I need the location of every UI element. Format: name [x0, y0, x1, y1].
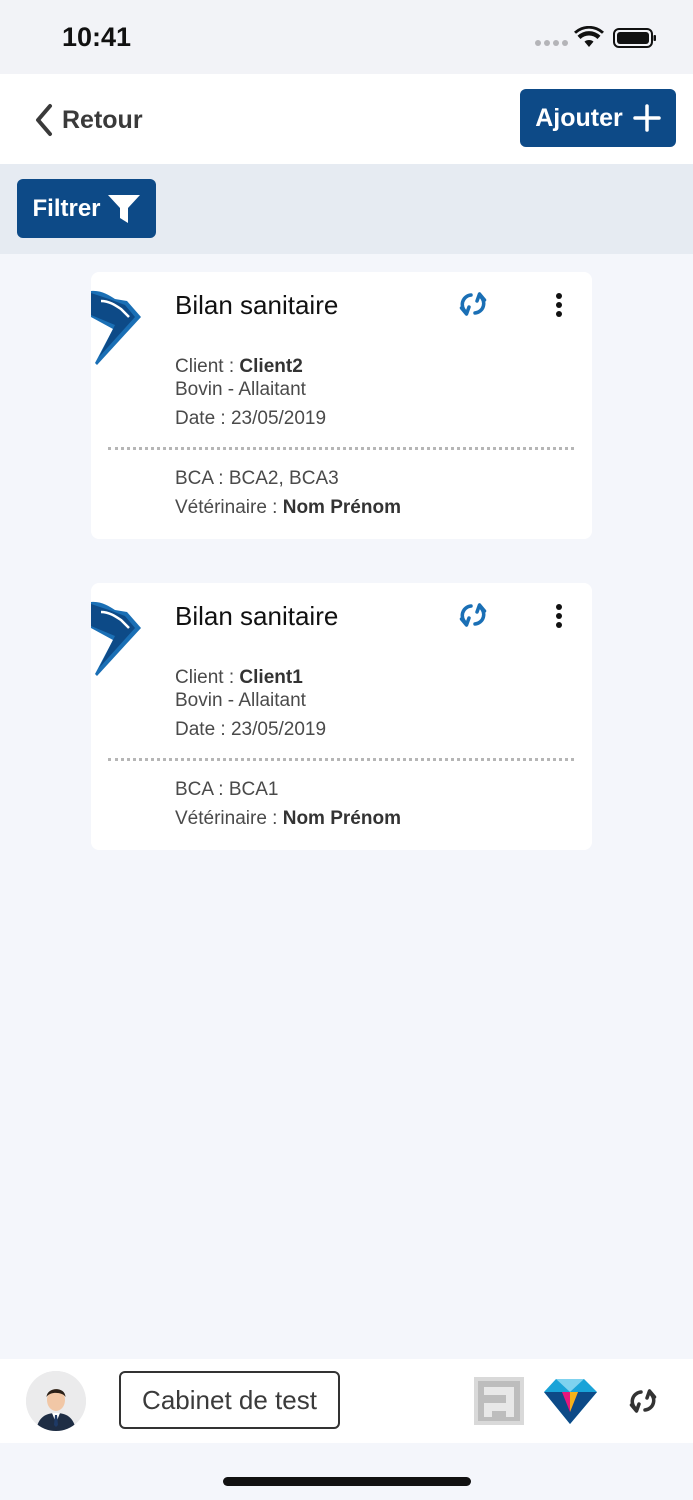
vet-value: Nom Prénom: [282, 497, 401, 518]
client-value: Client1: [239, 667, 303, 688]
date-text: Date : 23/05/2019: [175, 719, 327, 740]
vet-label: Vétérinaire :: [175, 808, 283, 829]
vertical-dots-icon[interactable]: [551, 292, 567, 318]
report-card[interactable]: Bilan sanitaire Client : Client2 Bovin -…: [91, 272, 592, 539]
app-logo-grey-icon: [474, 1377, 524, 1425]
add-button[interactable]: Ajouter: [520, 89, 676, 147]
cow-logo-icon: [91, 290, 141, 365]
bca-text: BCA : BCA2, BCA3: [175, 468, 339, 489]
back-button[interactable]: Retour: [34, 100, 143, 140]
add-label: Ajouter: [535, 103, 623, 132]
funnel-icon: [107, 194, 140, 223]
user-avatar-icon: [26, 1371, 86, 1431]
chevron-left-icon: [36, 104, 52, 136]
cabinet-selector[interactable]: Cabinet de test: [119, 1371, 340, 1429]
cow-logo-icon: [91, 601, 141, 676]
vet-label: Vétérinaire :: [175, 497, 283, 518]
vet-line: Vétérinaire : Nom Prénom: [175, 808, 401, 830]
app-logo-diamond-icon: [544, 1379, 597, 1424]
filter-button[interactable]: Filtrer: [17, 179, 156, 238]
wifi-icon: [574, 26, 604, 47]
client-line: Client : Client1: [175, 667, 303, 689]
back-label: Retour: [62, 105, 143, 134]
status-time: 10:41: [62, 22, 132, 52]
vet-value: Nom Prénom: [282, 808, 401, 829]
vertical-dots-icon[interactable]: [551, 603, 567, 629]
filter-bar: Filtrer: [0, 164, 693, 254]
sync-icon[interactable]: [458, 601, 488, 629]
filter-label: Filtrer: [32, 194, 101, 222]
sync-icon[interactable]: [628, 1387, 658, 1415]
client-label: Client :: [175, 667, 240, 688]
dotted-divider: [108, 447, 574, 450]
client-line: Client : Client2: [175, 356, 303, 378]
species-text: Bovin - Allaitant: [175, 379, 306, 400]
cellular-signal-icon: [535, 40, 568, 46]
card-title: Bilan sanitaire: [175, 601, 339, 631]
report-card[interactable]: Bilan sanitaire Client : Client1 Bovin -…: [91, 583, 592, 850]
user-avatar[interactable]: [26, 1371, 86, 1431]
bottom-toolbar: Cabinet de test: [0, 1359, 693, 1443]
dotted-divider: [108, 758, 574, 761]
navigation-bar: Retour Ajouter: [0, 74, 693, 164]
battery-icon: [613, 28, 656, 48]
client-label: Client :: [175, 356, 240, 377]
species-text: Bovin - Allaitant: [175, 690, 306, 711]
vet-line: Vétérinaire : Nom Prénom: [175, 497, 401, 519]
card-title: Bilan sanitaire: [175, 290, 339, 320]
home-indicator[interactable]: [223, 1477, 471, 1486]
sync-icon[interactable]: [458, 290, 488, 318]
client-value: Client2: [239, 356, 303, 377]
status-bar: 10:41: [0, 0, 693, 74]
bca-text: BCA : BCA1: [175, 779, 279, 800]
date-text: Date : 23/05/2019: [175, 408, 327, 429]
plus-icon: [633, 104, 661, 132]
